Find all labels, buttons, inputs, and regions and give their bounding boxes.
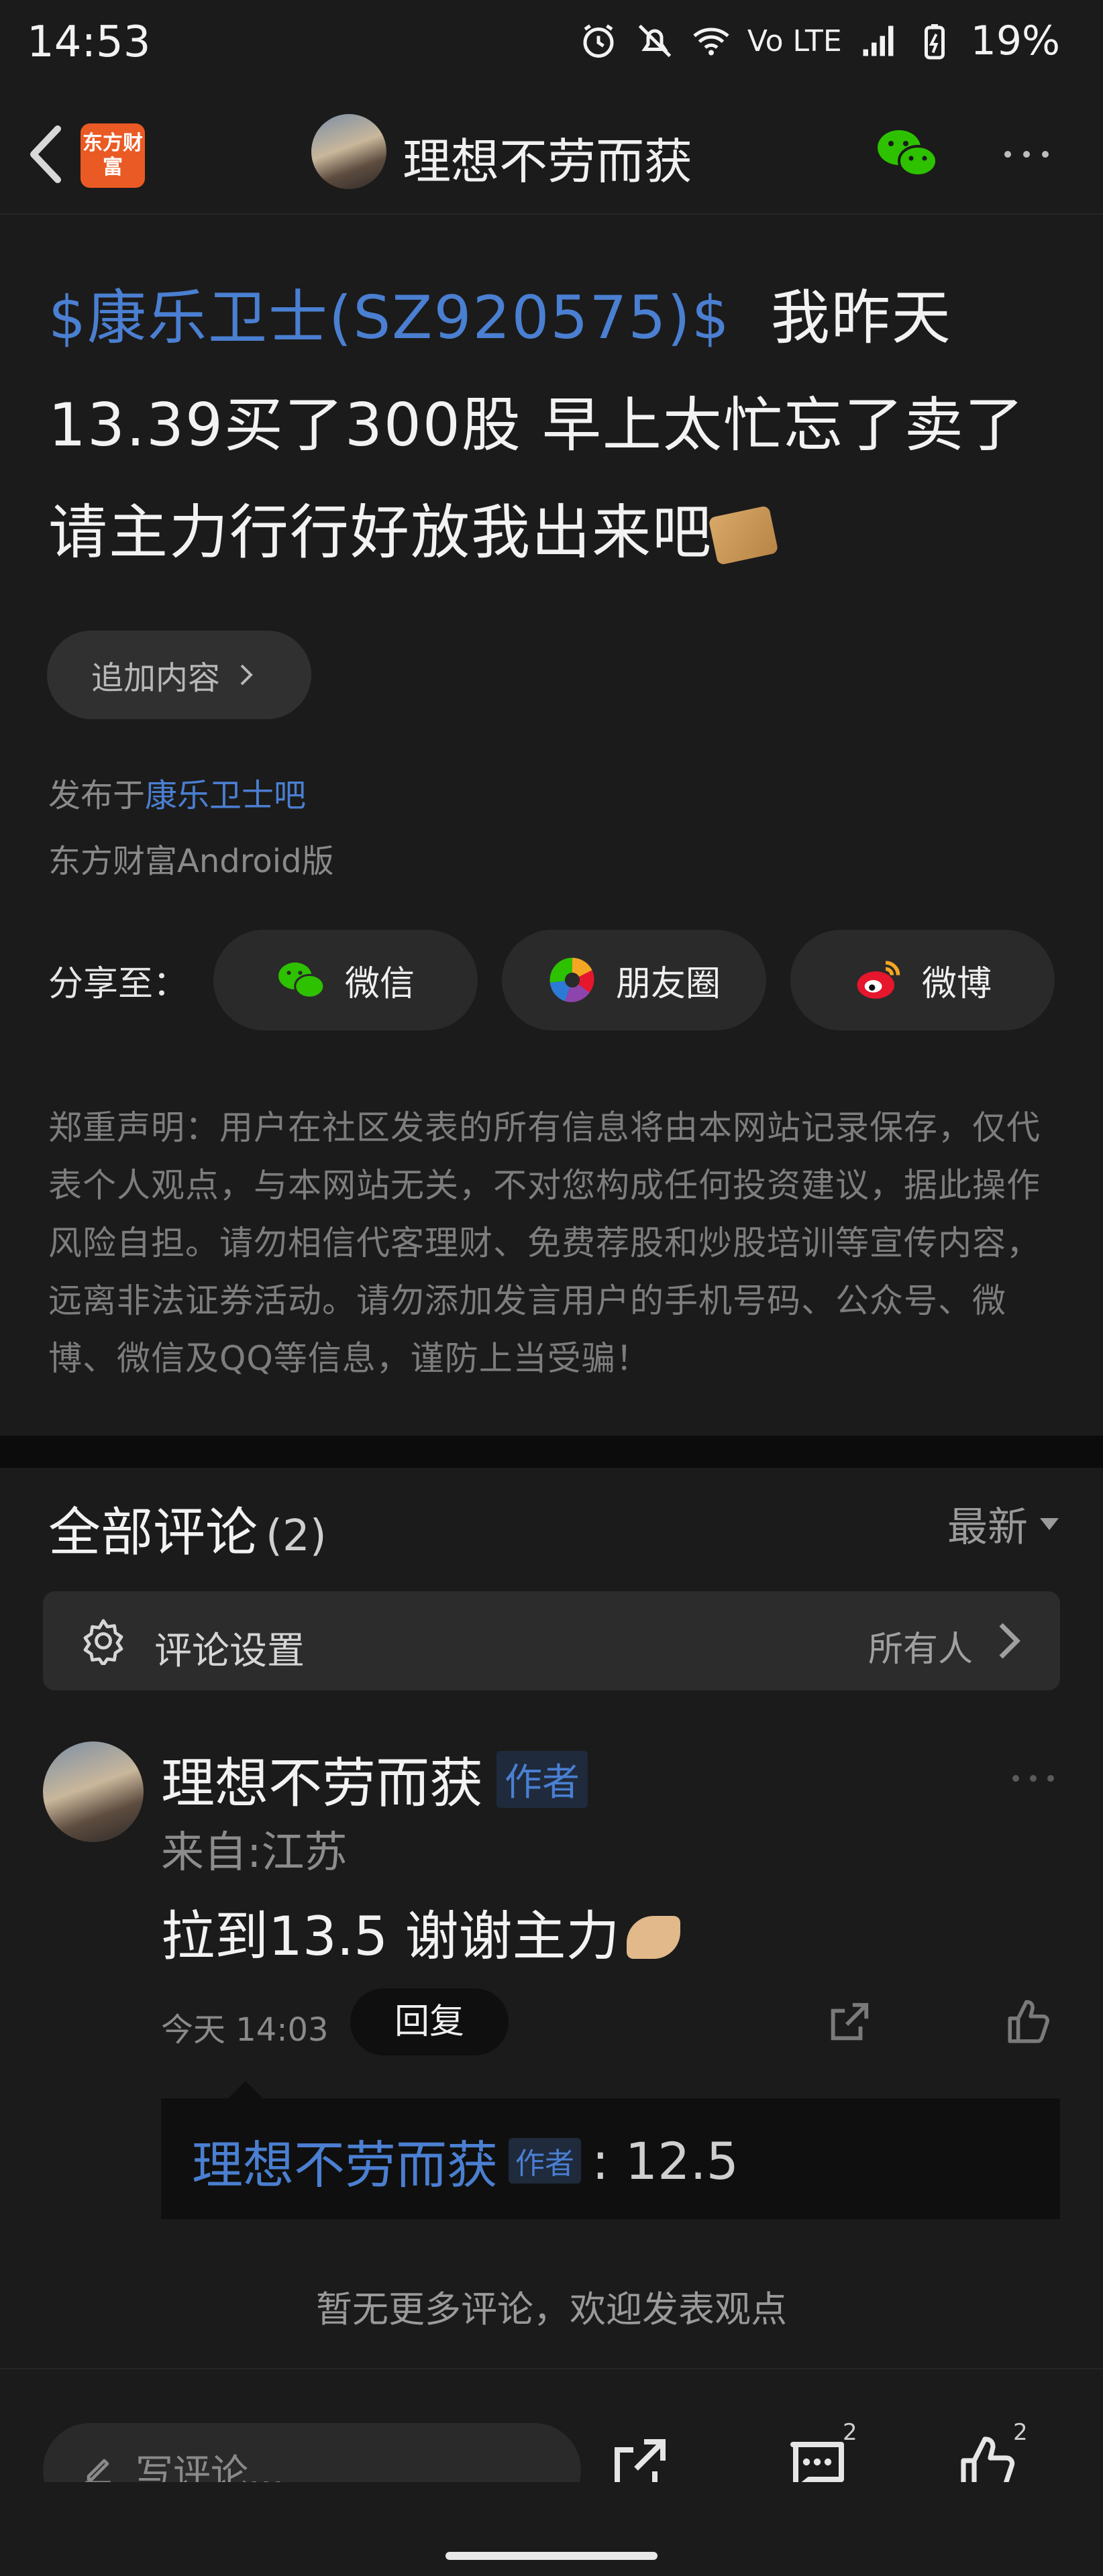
share-moments-label: 朋友圈 bbox=[615, 963, 721, 1004]
nested-author-badge: 作者 bbox=[509, 2138, 581, 2184]
share-moments-button[interactable]: 朋友圈 bbox=[502, 930, 766, 1030]
eastmoney-logo[interactable]: 东方财富 bbox=[81, 123, 145, 188]
post-body: $康乐卫士(SZ920575)$ 我昨天13.39买了300股 早上太忙忘了卖了 … bbox=[0, 215, 1103, 1436]
wifi-icon bbox=[693, 28, 729, 56]
comments-count: (2) bbox=[266, 1511, 327, 1561]
signal-icon bbox=[863, 25, 894, 56]
comment-settings-label: 评论设置 bbox=[154, 1629, 305, 1673]
author-badge: 作者 bbox=[496, 1750, 588, 1808]
commenter-name[interactable]: 理想不劳而获 bbox=[161, 1740, 483, 1818]
comments-section: 全部评论 (2) 最新 评论设置 所有人 理想不劳而获 作者 来自:江苏 拉到13… bbox=[0, 1468, 1103, 2368]
gear-icon bbox=[83, 1619, 123, 1665]
client-label: 东方财富Android版 bbox=[48, 843, 334, 880]
reply-button[interactable]: 回复 bbox=[350, 1988, 509, 2055]
share-weibo-button[interactable]: 微博 bbox=[790, 930, 1055, 1030]
battery-level: 19% bbox=[970, 17, 1060, 64]
share-label: 分享至： bbox=[48, 964, 189, 1004]
status-bar: 14:53 Vo LTE 19% bbox=[0, 0, 1103, 94]
thumbs-up-icon[interactable] bbox=[1004, 1998, 1053, 2047]
share-weibo-label: 微博 bbox=[921, 963, 992, 1004]
chevron-right-icon bbox=[999, 1623, 1020, 1659]
weibo-icon bbox=[857, 961, 900, 999]
back-arrow-icon[interactable] bbox=[20, 121, 74, 188]
add-content-button[interactable]: 追加内容 bbox=[47, 631, 311, 719]
comment-count-badge: 2 bbox=[843, 2419, 857, 2446]
like-count-badge: 2 bbox=[1013, 2419, 1028, 2446]
nested-reply-text: : 12.5 bbox=[592, 2131, 739, 2191]
nested-reply-line: 理想不劳而获 作者 : 12.5 bbox=[192, 2124, 739, 2198]
no-more-comments: 暂无更多评论，欢迎发表观点 bbox=[316, 2288, 787, 2330]
commenter-avatar[interactable] bbox=[43, 1741, 144, 1842]
share-wechat-button[interactable]: 微信 bbox=[213, 930, 478, 1030]
alarm-icon bbox=[583, 24, 614, 58]
disclaimer-text: 郑重声明：用户在社区发表的所有信息将由本网站记录保存，仅代表个人观点，与本网站无… bbox=[48, 1108, 1041, 1378]
pray-hands-emoji-icon bbox=[626, 1916, 680, 1959]
status-icons: Vo LTE 19% bbox=[578, 17, 1060, 64]
stock-tag-link[interactable]: $康乐卫士(SZ920575)$ bbox=[48, 283, 731, 352]
moments-icon bbox=[549, 957, 594, 1002]
comment-settings-row[interactable]: 评论设置 所有人 bbox=[43, 1591, 1060, 1690]
nested-reply[interactable]: 理想不劳而获 作者 : 12.5 bbox=[161, 2081, 1060, 2219]
more-options-icon[interactable] bbox=[1000, 141, 1053, 168]
author-name-title[interactable]: 理想不劳而获 bbox=[403, 122, 692, 193]
comment-more-icon[interactable] bbox=[1006, 1768, 1060, 1788]
comment-time: 今天 14:03 bbox=[161, 2011, 329, 2049]
published-prefix: 发布于 bbox=[48, 777, 146, 814]
sort-label: 最新 bbox=[947, 1504, 1028, 1551]
comments-heading: 全部评论 (2) bbox=[48, 1491, 327, 1566]
network-label: Vo LTE bbox=[747, 23, 842, 58]
top-nav-bar: 东方财富 理想不劳而获 bbox=[0, 94, 1103, 215]
add-content-label: 追加内容 bbox=[91, 659, 221, 697]
share-wechat-label: 微信 bbox=[344, 963, 415, 1004]
commenter-location: 来自:江苏 bbox=[161, 1828, 348, 1878]
caret-down-icon bbox=[1040, 1517, 1059, 1530]
comment-author: 理想不劳而获 作者 bbox=[161, 1740, 588, 1818]
package-emoji-icon bbox=[708, 505, 779, 566]
published-in: 发布于康乐卫士吧 bbox=[48, 769, 306, 816]
section-divider bbox=[0, 1436, 1103, 1468]
comment-settings-value: 所有人 bbox=[868, 1629, 973, 1670]
bottom-action-bar: 写评论... 2 2 bbox=[0, 2368, 1103, 2517]
sort-dropdown[interactable]: 最新 bbox=[947, 1495, 1059, 1553]
nested-reply-user[interactable]: 理想不劳而获 bbox=[192, 2124, 498, 2198]
gesture-bar bbox=[0, 2482, 1103, 2576]
comments-title: 全部评论 bbox=[48, 1503, 258, 1563]
comment-text: 拉到13.5 谢谢主力 bbox=[161, 1905, 620, 1968]
share-icon[interactable] bbox=[825, 1999, 872, 2046]
comment-text-row: 拉到13.5 谢谢主力 bbox=[161, 1893, 680, 1971]
wechat-share-icon[interactable] bbox=[875, 126, 939, 180]
author-avatar[interactable] bbox=[311, 114, 386, 189]
forum-link[interactable]: 康乐卫士吧 bbox=[145, 777, 306, 814]
chevron-right-icon bbox=[240, 664, 253, 686]
mute-bell-icon bbox=[638, 24, 672, 58]
home-indicator[interactable] bbox=[445, 2552, 658, 2560]
post-content: $康乐卫士(SZ920575)$ 我昨天13.39买了300股 早上太忙忘了卖了 … bbox=[48, 264, 1068, 586]
status-time: 14:53 bbox=[27, 17, 151, 67]
battery-charging-icon bbox=[924, 24, 945, 60]
wechat-icon bbox=[278, 962, 325, 999]
